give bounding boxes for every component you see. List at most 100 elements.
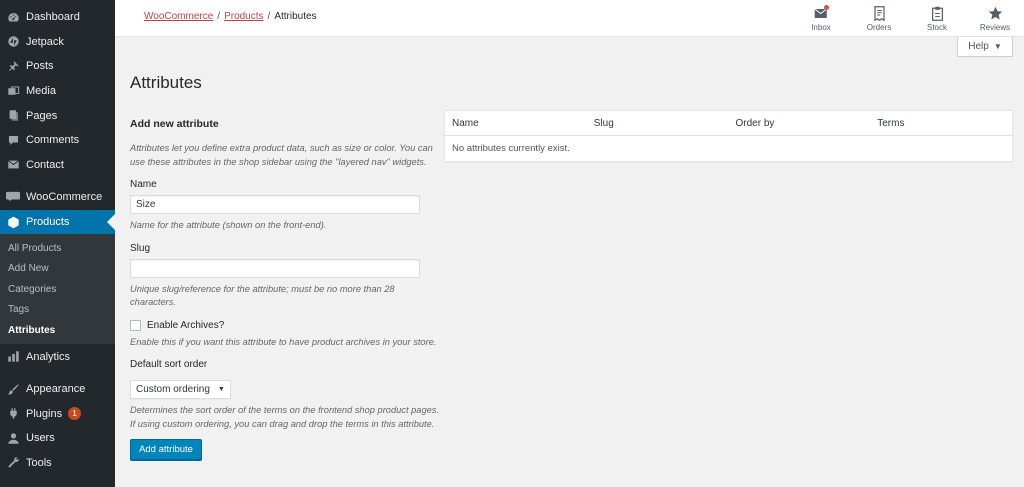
form-intro: Attributes let you define extra product … (130, 143, 433, 167)
sort-order-description: Determines the sort order of the terms o… (130, 405, 440, 429)
admin-sidebar: Dashboard Jetpack Posts Media Pages Comm… (0, 0, 115, 487)
archives-description: Enable this if you want this attribute t… (130, 336, 437, 347)
enable-archives-row: Enable Archives? (130, 319, 440, 331)
orders-icon (871, 5, 887, 21)
sidebar-item-plugins[interactable]: Plugins 1 (0, 401, 115, 426)
reviews-label: Reviews (979, 23, 1011, 32)
inbox-button[interactable]: Inbox (792, 0, 850, 37)
inbox-label: Inbox (811, 23, 831, 32)
help-button[interactable]: Help ▼ (957, 37, 1013, 57)
enable-archives-checkbox[interactable] (130, 319, 141, 331)
comments-icon (6, 133, 20, 147)
sort-order-label: Default sort order (130, 359, 208, 370)
page-title: Attributes (130, 73, 202, 92)
sort-order-select[interactable]: Custom ordering ▼ (130, 380, 231, 399)
caret-down-icon: ▼ (993, 42, 1002, 51)
help-label: Help (968, 41, 989, 52)
breadcrumb: WooCommerce / Products / Attributes (144, 11, 317, 22)
name-label: Name (130, 179, 157, 190)
jetpack-icon (6, 35, 20, 49)
sidebar-item-posts[interactable]: Posts (0, 54, 115, 79)
sidebar-item-tools[interactable]: Tools (0, 451, 115, 476)
sidebar-item-label: Comments (26, 134, 80, 147)
sidebar-item-label: Plugins (26, 407, 63, 420)
breadcrumb-separator: / (267, 11, 271, 22)
current-menu-arrow (107, 214, 115, 230)
sidebar-item-label: Products (26, 216, 70, 229)
woocommerce-icon (6, 190, 20, 204)
submenu-attributes[interactable]: Attributes (0, 320, 115, 340)
stock-icon (929, 5, 945, 21)
orders-button[interactable]: Orders (850, 0, 908, 37)
sidebar-item-label: Appearance (26, 383, 86, 396)
orders-label: Orders (866, 23, 892, 32)
brush-icon (6, 382, 20, 396)
sidebar-item-appearance[interactable]: Appearance (0, 377, 115, 402)
caret-down-icon: ▼ (217, 386, 225, 393)
sidebar-item-contact[interactable]: Contact (0, 153, 115, 178)
sidebar-item-jetpack[interactable]: Jetpack (0, 30, 115, 55)
submenu-categories[interactable]: Categories (0, 279, 115, 299)
form-heading: Add new attribute (130, 118, 219, 130)
sidebar-item-label: Pages (26, 109, 58, 122)
sidebar-item-label: Contact (26, 158, 64, 171)
sidebar-item-woocommerce[interactable]: WooCommerce (0, 185, 115, 210)
submenu-tags[interactable]: Tags (0, 300, 115, 320)
mail-icon (6, 158, 20, 172)
sidebar-item-dashboard[interactable]: Dashboard (0, 5, 115, 30)
plugin-icon (6, 407, 20, 421)
unread-dot (824, 5, 829, 10)
sidebar-item-label: Posts (26, 60, 54, 73)
column-name: Name (452, 117, 479, 129)
plugins-update-badge: 1 (68, 407, 82, 421)
users-icon (6, 431, 20, 445)
column-slug: Slug (593, 117, 614, 129)
sidebar-item-label: Jetpack (26, 35, 64, 48)
table-empty-row: No attributes currently exist. (452, 143, 570, 154)
submenu-add-new[interactable]: Add New (0, 259, 115, 279)
attribute-name-input[interactable]: Size (130, 195, 420, 214)
stock-label: Stock (926, 23, 947, 32)
sidebar-item-label: Dashboard (26, 11, 80, 24)
name-description: Name for the attribute (shown on the fro… (130, 220, 327, 230)
breadcrumb-current: Attributes (274, 11, 317, 22)
attribute-slug-input[interactable] (130, 258, 420, 278)
submenu-all-products[interactable]: All Products (0, 238, 115, 258)
add-attribute-button[interactable]: Add attribute (130, 439, 202, 460)
star-icon (987, 5, 1003, 21)
slug-description: Unique slug/reference for the attribute;… (130, 283, 395, 308)
sidebar-item-label: Users (26, 432, 55, 445)
breadcrumb-products-link[interactable]: Products (224, 11, 263, 22)
pin-icon (6, 59, 20, 73)
breadcrumb-separator: / (217, 11, 221, 22)
sidebar-item-pages[interactable]: Pages (0, 103, 115, 128)
column-order-by: Order by (735, 117, 775, 129)
stock-button[interactable]: Stock (908, 0, 966, 37)
inbox-icon (813, 5, 829, 21)
sidebar-item-media[interactable]: Media (0, 79, 115, 104)
products-icon (6, 215, 20, 229)
sidebar-item-label: Tools (26, 456, 52, 469)
sidebar-item-label: WooCommerce (26, 191, 103, 204)
wrench-icon (6, 456, 20, 470)
dashboard-icon (6, 10, 20, 24)
sort-order-value: Custom ordering (136, 384, 210, 395)
column-terms: Terms (877, 117, 905, 129)
pages-icon (6, 109, 20, 123)
table-header: Name Slug Order by Terms (445, 111, 1012, 136)
attributes-table: Name Slug Order by Terms No attributes c… (444, 110, 1013, 162)
sidebar-item-label: Media (26, 85, 56, 98)
add-attribute-form: Add new attribute Attributes let you def… (130, 118, 440, 460)
reviews-button[interactable]: Reviews (966, 0, 1024, 37)
enable-archives-label: Enable Archives? (147, 319, 225, 331)
analytics-icon (6, 350, 20, 364)
sidebar-item-analytics[interactable]: Analytics (0, 344, 115, 369)
media-icon (6, 84, 20, 98)
products-submenu: All Products Add New Categories Tags Att… (0, 234, 115, 345)
sidebar-item-products[interactable]: Products (0, 209, 115, 235)
sidebar-item-comments[interactable]: Comments (0, 128, 115, 153)
sidebar-item-label: Analytics (26, 350, 71, 363)
header-actions: Inbox Orders Stock Reviews (792, 0, 1024, 37)
sidebar-item-users[interactable]: Users (0, 426, 115, 451)
breadcrumb-woocommerce-link[interactable]: WooCommerce (144, 11, 213, 22)
